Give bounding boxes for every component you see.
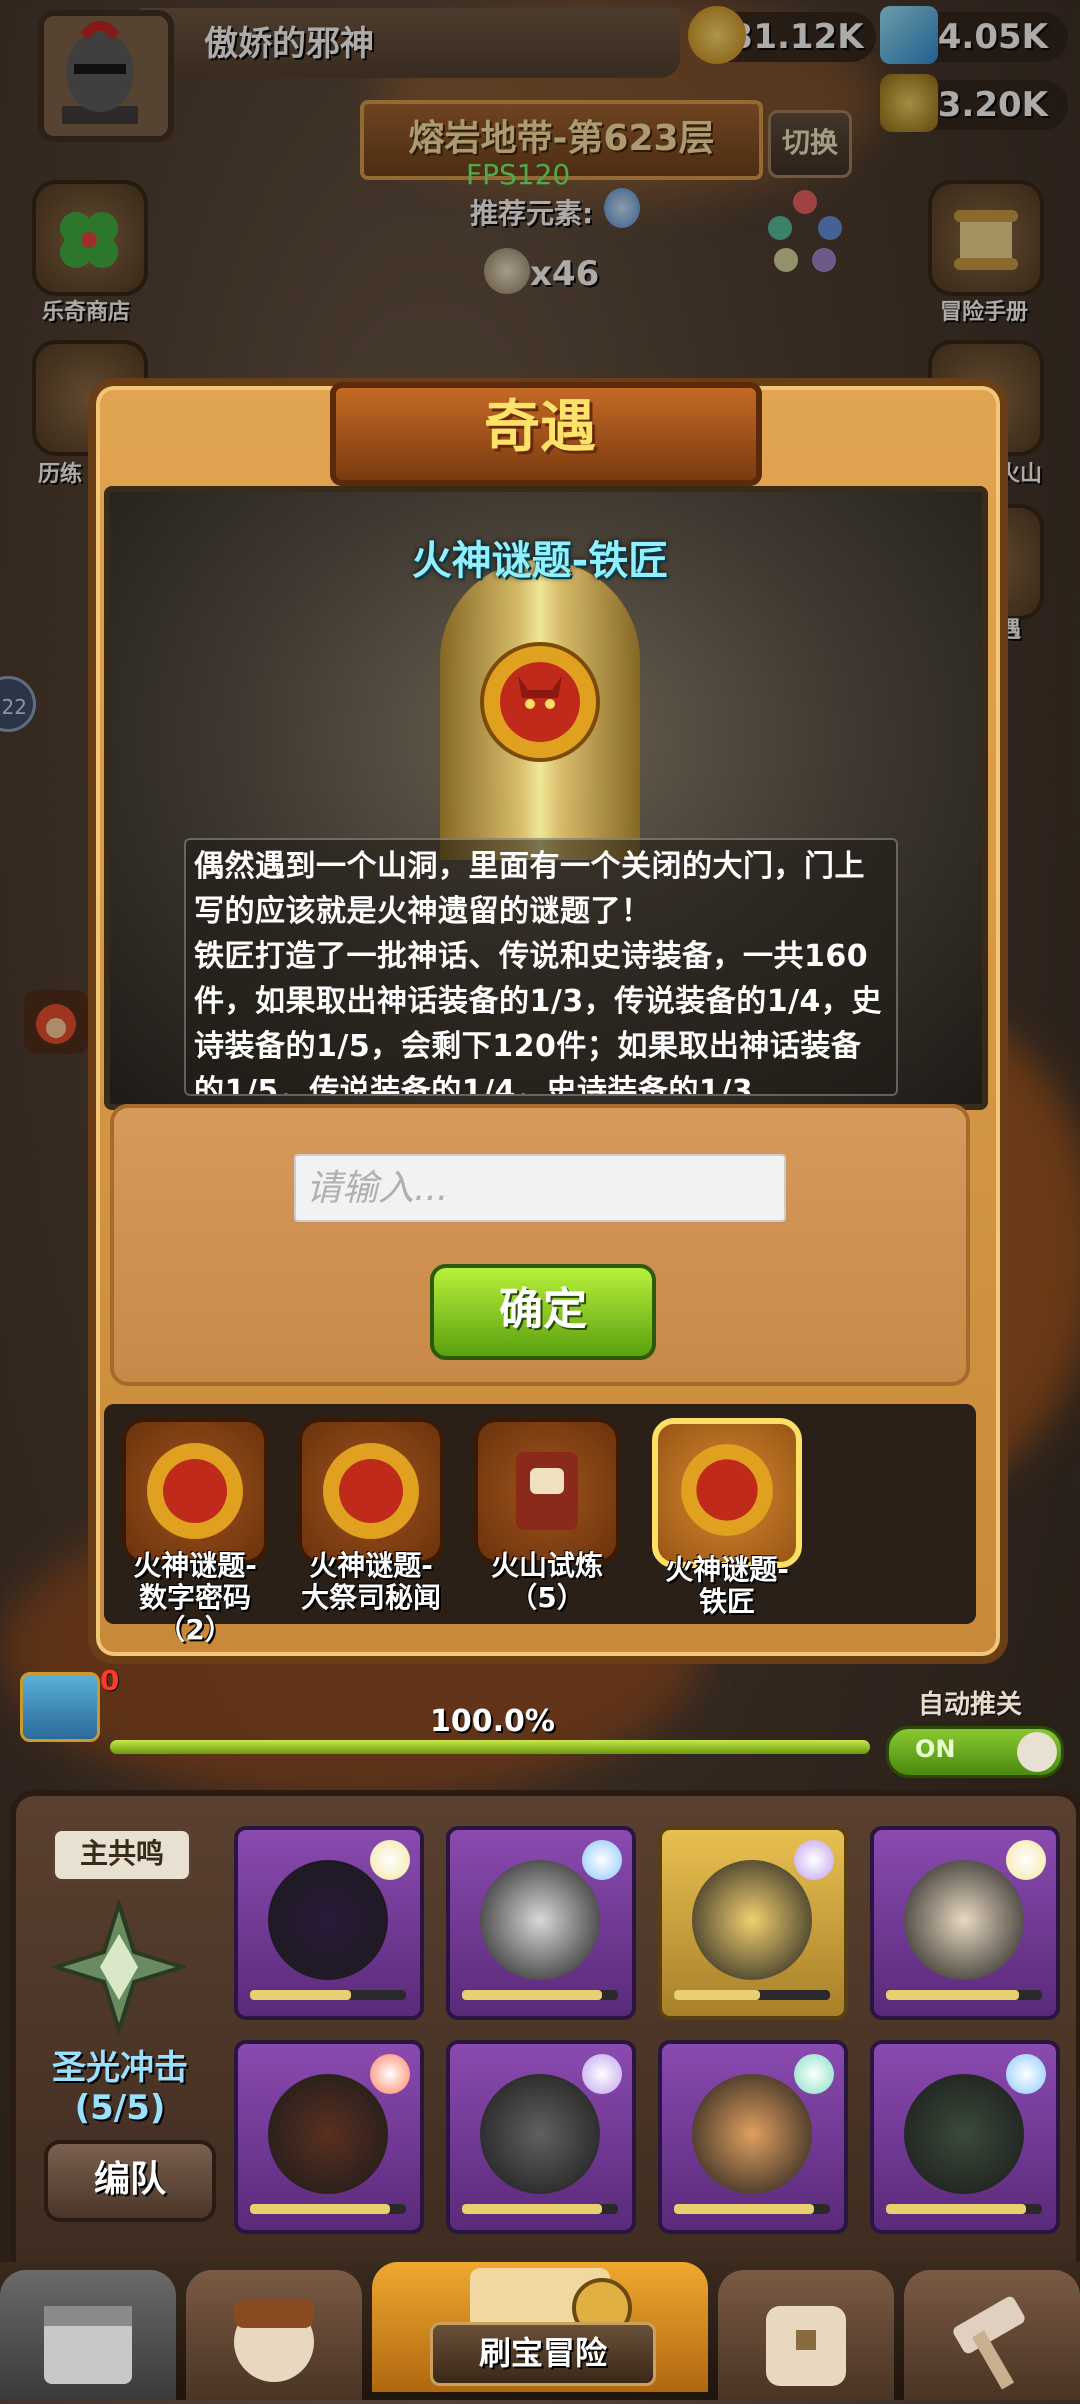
- hero-hp-bar: [250, 2204, 406, 2214]
- hero-face: [268, 2074, 388, 2194]
- hero-face: [904, 1860, 1024, 1980]
- hero-face: [480, 1860, 600, 1980]
- hero-hp-bar: [250, 1990, 406, 2000]
- nav-shop[interactable]: [0, 2270, 176, 2400]
- progress-fill: [110, 1740, 870, 1754]
- light-element-icon: [1006, 1840, 1046, 1880]
- nav-center-label: 刷宝冒险: [430, 2322, 656, 2386]
- light-element-icon: [370, 1840, 410, 1880]
- dialog-title: 奇遇: [484, 395, 596, 460]
- answer-input[interactable]: [294, 1154, 786, 1222]
- treasure-chest-icon[interactable]: [20, 1672, 100, 1742]
- nav-backpack[interactable]: [718, 2270, 894, 2400]
- tab-label: 火神谜题-大祭司秘闻（4）: [300, 1550, 441, 1614]
- hero-face: [904, 2074, 1024, 2194]
- demon-medal-icon: [298, 1418, 444, 1564]
- hero-face: [480, 2074, 600, 2194]
- hero-hp-bar: [462, 1990, 618, 2000]
- toggle-state: ON: [915, 1735, 956, 1763]
- tab-encounter-1[interactable]: 火神谜题-数字密码（2）: [120, 1418, 270, 1646]
- tab-encounter-2[interactable]: 火神谜题-大祭司秘闻（4）: [296, 1418, 446, 1614]
- auto-push-toggle[interactable]: ON: [886, 1726, 1064, 1778]
- hero-hp-fill: [250, 2204, 391, 2214]
- holy-star-icon[interactable]: [52, 1900, 186, 2034]
- water-element-icon: [1006, 2054, 1046, 2094]
- hero-hp-fill: [462, 1990, 603, 2000]
- nav-heroes[interactable]: [186, 2270, 362, 2400]
- puzzle-description-box[interactable]: 偶然遇到一个山洞，里面有一个关闭的大门，门上写的应该就是火神遗留的谜题了！ 铁匠…: [184, 838, 898, 1096]
- demon-medal-icon: [122, 1418, 268, 1564]
- dark-element-icon: [582, 2054, 622, 2094]
- hero-hp-bar: [462, 2204, 618, 2214]
- hero-elf[interactable]: [658, 2040, 848, 2234]
- hero-face: [268, 1860, 388, 1980]
- hero-hp-bar: [674, 2204, 830, 2214]
- water-element-icon: [582, 1840, 622, 1880]
- hammer-icon: [953, 2296, 1025, 2390]
- progress-label: 100.0%: [430, 1704, 555, 1739]
- hero-king[interactable]: [870, 1826, 1060, 2020]
- tab-encounter-4-active[interactable]: 火神谜题-铁匠: [652, 1418, 802, 1618]
- hero-hp-bar: [674, 1990, 830, 2000]
- hero-ninja[interactable]: [870, 2040, 1060, 2234]
- fire-element-icon: [370, 2054, 410, 2094]
- hero-fairy[interactable]: [658, 1826, 848, 2020]
- demon-medal-icon: [652, 1418, 802, 1568]
- hero-mage[interactable]: [446, 1826, 636, 2020]
- hero-hp-fill: [250, 1990, 352, 2000]
- puzzle-description: 偶然遇到一个山洞，里面有一个关闭的大门，门上写的应该就是火神遗留的谜题了！ 铁匠…: [194, 849, 882, 1096]
- hero-witch[interactable]: [234, 1826, 424, 2020]
- hero-portrait-icon: [234, 2300, 314, 2382]
- dark-element-icon: [794, 1840, 834, 1880]
- tab-label: 火神谜题-数字密码（2）: [133, 1549, 257, 1646]
- hero-face: [692, 2074, 812, 2194]
- resonance-tag: 主共鸣: [52, 1828, 192, 1882]
- shop-icon: [44, 2306, 132, 2384]
- auto-push-label: 自动推关: [918, 1690, 1023, 1720]
- confirm-button[interactable]: 确定: [430, 1264, 656, 1360]
- demon-medal-icon: [480, 642, 600, 762]
- chest-badge: 0: [100, 1664, 120, 1697]
- skill-count: (5/5): [74, 2088, 166, 2128]
- tab-encounter-3[interactable]: 火山试炼（5）: [472, 1418, 622, 1614]
- toggle-knob: [1017, 1732, 1057, 1772]
- hero-monk[interactable]: [234, 2040, 424, 2234]
- hero-hp-fill: [886, 2204, 1027, 2214]
- nav-forge[interactable]: [904, 2270, 1080, 2400]
- wind-element-icon: [794, 2054, 834, 2094]
- book-icon: [474, 1418, 620, 1564]
- hero-face: [692, 1860, 812, 1980]
- hero-vampire[interactable]: [446, 2040, 636, 2234]
- hero-hp-fill: [462, 2204, 603, 2214]
- stage-progress-bar: [110, 1740, 870, 1754]
- puzzle-title: 火神谜题-铁匠: [411, 538, 669, 584]
- backpack-icon: [766, 2306, 846, 2386]
- formation-button[interactable]: 编队: [44, 2140, 216, 2222]
- hero-hp-bar: [886, 1990, 1042, 2000]
- tab-label: 火神谜题-铁匠: [665, 1553, 789, 1618]
- skill-name: 圣光冲击: [52, 2048, 188, 2088]
- hero-hp-fill: [886, 1990, 1019, 2000]
- hero-hp-fill: [674, 1990, 760, 2000]
- hero-hp-fill: [674, 2204, 815, 2214]
- tab-label: 火山试炼（5）: [490, 1549, 603, 1614]
- hero-hp-bar: [886, 2204, 1042, 2214]
